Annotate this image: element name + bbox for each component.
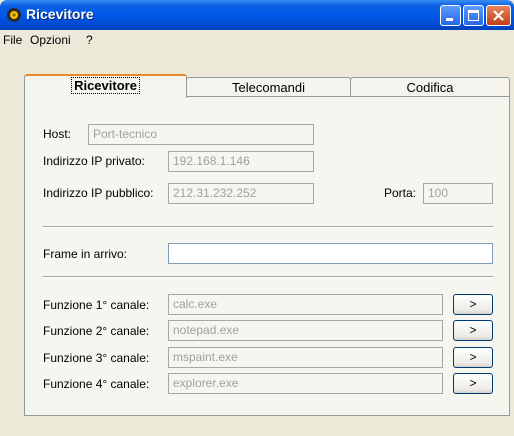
ip-public-label: Indirizzo IP pubblico: <box>43 186 154 200</box>
ip-private-label: Indirizzo IP privato: <box>43 154 145 168</box>
maximize-icon <box>468 10 479 21</box>
host-label: Host: <box>43 127 72 141</box>
channel-2-label: Funzione 2° canale: <box>43 324 150 338</box>
close-button[interactable] <box>486 5 511 26</box>
channel-1-field[interactable]: calc.exe <box>168 294 443 315</box>
port-label: Porta: <box>384 186 417 200</box>
channel-3-field[interactable]: mspaint.exe <box>168 347 443 368</box>
frame-field[interactable] <box>168 243 493 264</box>
tab-telecomandi[interactable]: Telecomandi <box>186 77 351 97</box>
tab-codifica[interactable]: Codifica <box>350 77 510 97</box>
host-field[interactable]: Port-tecnico <box>88 124 314 145</box>
app-icon <box>7 8 21 22</box>
menu-options[interactable]: Opzioni <box>30 33 71 47</box>
port-field[interactable]: 100 <box>423 183 493 204</box>
ip-private-field[interactable]: 192.168.1.146 <box>168 151 314 172</box>
window-title: Ricevitore <box>26 6 94 22</box>
tab-codifica-label: Codifica <box>406 80 454 95</box>
minimize-button[interactable] <box>440 5 461 26</box>
channel-2-field[interactable]: notepad.exe <box>168 320 443 341</box>
separator-2 <box>43 276 493 278</box>
channel-3-label: Funzione 3° canale: <box>43 351 150 365</box>
frame-label: Frame in arrivo: <box>43 247 128 261</box>
menu-bar: File Opzioni ? <box>0 30 514 50</box>
ip-public-field[interactable]: 212.31.232.252 <box>168 183 314 204</box>
menu-help[interactable]: ? <box>86 33 93 47</box>
tab-ricevitore[interactable]: Ricevitore <box>24 74 187 98</box>
menu-file[interactable]: File <box>3 33 22 47</box>
title-bar[interactable]: Ricevitore <box>0 0 514 30</box>
maximize-button[interactable] <box>463 5 484 26</box>
channel-4-field[interactable]: explorer.exe <box>168 373 443 394</box>
tab-telecomandi-label: Telecomandi <box>232 80 305 95</box>
channel-4-label: Funzione 4° canale: <box>43 377 150 391</box>
tab-ricevitore-label: Ricevitore <box>71 77 140 94</box>
channel-3-browse-button[interactable]: > <box>453 347 493 368</box>
channel-1-browse-button[interactable]: > <box>453 294 493 315</box>
channel-2-browse-button[interactable]: > <box>453 320 493 341</box>
minimize-icon <box>446 18 453 21</box>
close-icon <box>493 10 504 21</box>
separator-1 <box>43 226 493 228</box>
channel-1-label: Funzione 1° canale: <box>43 298 150 312</box>
channel-4-browse-button[interactable]: > <box>453 373 493 394</box>
